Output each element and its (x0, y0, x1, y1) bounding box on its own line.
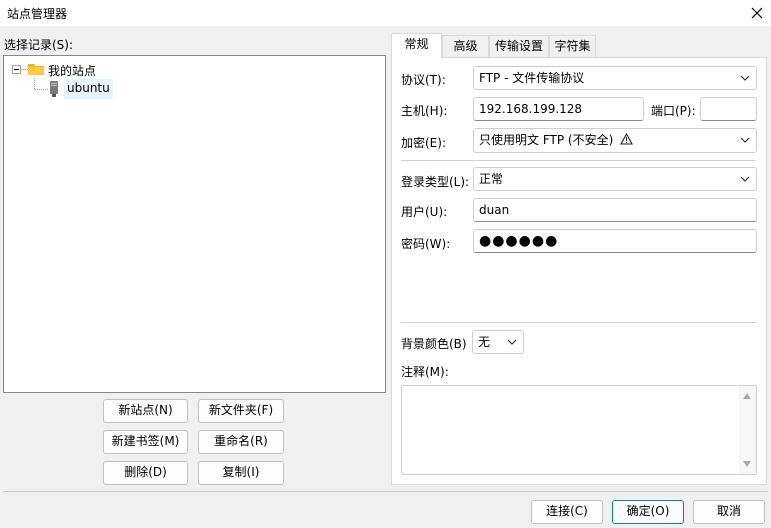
host-input[interactable]: 192.168.199.128 (473, 97, 644, 121)
warning-icon (620, 132, 634, 145)
encryption-label: 加密(E): (401, 136, 446, 150)
protocol-select[interactable]: FTP - 文件传输协议 (473, 66, 757, 90)
new-bookmark-button[interactable]: 新建书签(M) (103, 430, 188, 454)
site-tree[interactable]: 我的站点 ubuntu (3, 55, 386, 393)
duplicate-button[interactable]: 复制(I) (198, 461, 284, 485)
port-input[interactable] (700, 97, 757, 121)
tab-transfer-settings[interactable]: 传输设置 (489, 35, 549, 57)
comments-scrollbar[interactable] (739, 386, 756, 474)
tab-general[interactable]: 常规 (391, 33, 442, 58)
chevron-down-icon (740, 137, 750, 143)
connect-button[interactable]: 连接(C) (531, 500, 603, 524)
password-input[interactable]: ●●●●●● (473, 229, 757, 253)
ok-button[interactable]: 确定(O) (612, 500, 684, 524)
divider (401, 322, 756, 323)
close-icon (751, 7, 763, 19)
new-folder-button[interactable]: 新文件夹(F) (198, 399, 284, 423)
scroll-up-icon[interactable] (743, 393, 751, 399)
tab-charset[interactable]: 字符集 (549, 35, 596, 57)
encryption-select[interactable]: 只使用明文 FTP (不安全) (473, 128, 757, 153)
footer-divider (3, 491, 768, 492)
scroll-down-icon[interactable] (743, 461, 751, 467)
comments-label: 注释(M): (401, 365, 449, 379)
user-input[interactable]: duan (473, 198, 757, 222)
port-label: 端口(P): (651, 104, 696, 118)
rename-button[interactable]: 重命名(R) (198, 430, 284, 454)
tree-item-ubuntu[interactable]: ubuntu (64, 79, 113, 99)
cancel-button[interactable]: 取消 (693, 500, 765, 524)
select-entry-label: 选择记录(S): (4, 38, 74, 52)
host-label: 主机(H): (401, 104, 448, 118)
chevron-down-icon (740, 176, 750, 182)
folder-icon (28, 64, 44, 75)
close-button[interactable] (746, 2, 768, 24)
chevron-down-icon (740, 75, 750, 81)
tree-connector (34, 78, 35, 89)
tree-connector (34, 89, 48, 90)
divider (401, 160, 756, 161)
new-site-button[interactable]: 新站点(N) (103, 399, 188, 423)
background-color-value: 无 (478, 335, 491, 349)
tab-advanced[interactable]: 高级 (442, 35, 489, 57)
user-label: 用户(U): (401, 205, 448, 219)
logon-type-select[interactable]: 正常 (473, 167, 757, 191)
logon-type-label: 登录类型(L): (401, 175, 470, 189)
protocol-value: FTP - 文件传输协议 (479, 71, 585, 85)
tree-root-my-sites[interactable]: 我的站点 (48, 62, 96, 79)
tree-collapse-toggle[interactable] (12, 65, 21, 74)
delete-button[interactable]: 删除(D) (103, 461, 188, 485)
logon-type-value: 正常 (479, 172, 504, 186)
password-label: 密码(W): (401, 237, 451, 251)
comments-textarea[interactable] (401, 385, 757, 475)
background-color-select[interactable]: 无 (472, 330, 524, 354)
background-color-label: 背景颜色(B) (401, 337, 467, 351)
server-icon (50, 81, 58, 97)
window-title: 站点管理器 (7, 7, 68, 21)
protocol-label: 协议(T): (401, 73, 446, 87)
title-bar (0, 0, 771, 26)
chevron-down-icon (507, 339, 517, 345)
encryption-value: 只使用明文 FTP (不安全) (479, 133, 614, 147)
